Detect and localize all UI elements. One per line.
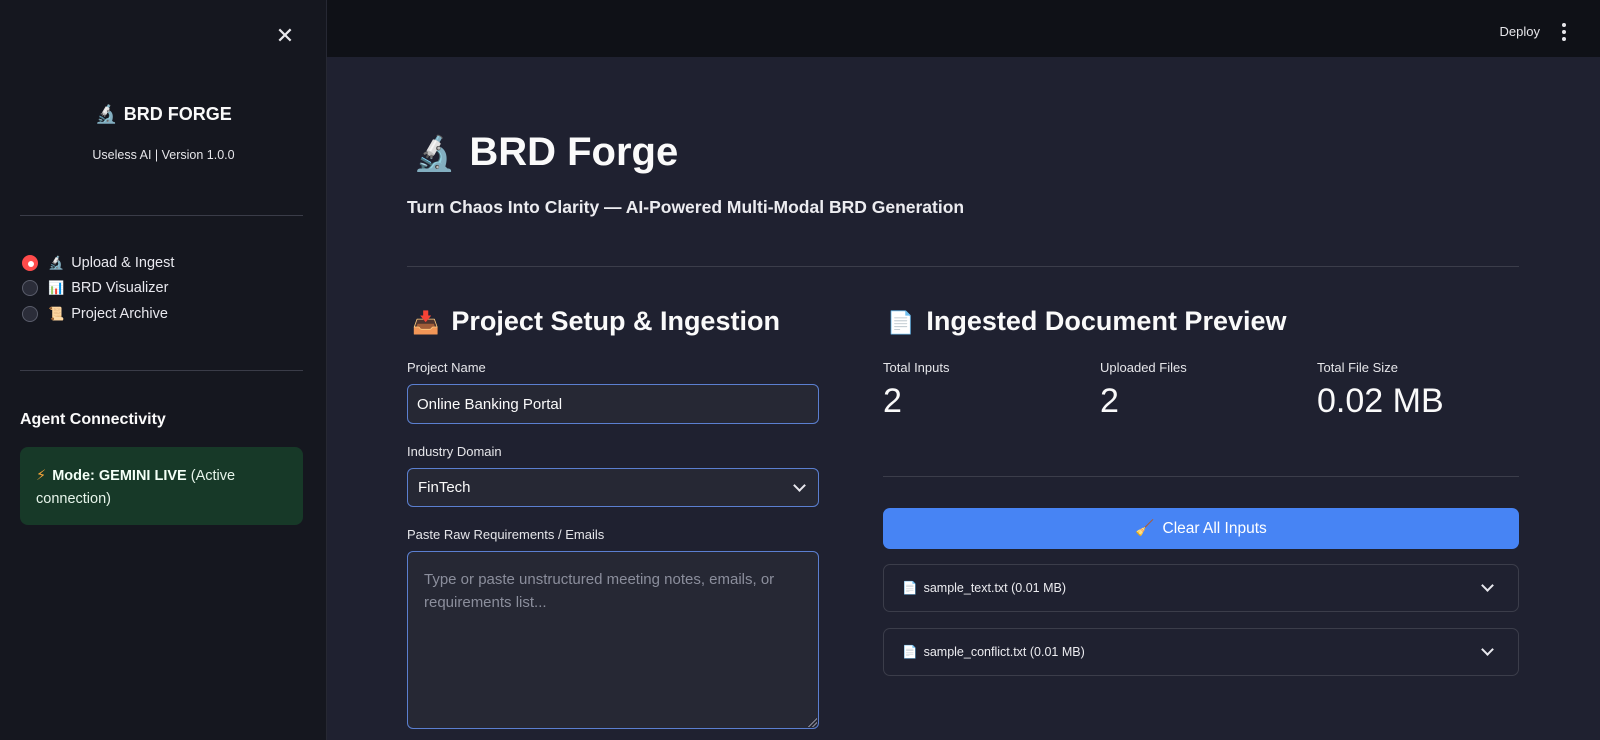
- scroll-icon: 📜: [48, 305, 65, 321]
- industry-domain-value: FinTech: [418, 479, 471, 496]
- chevron-down-icon: [1481, 579, 1494, 592]
- nav-project-archive-label: Project Archive: [71, 305, 168, 322]
- metric-total-size-label: Total File Size: [1317, 360, 1398, 375]
- broom-icon: 🧹: [1135, 520, 1155, 537]
- project-setup-heading-text: Project Setup & Ingestion: [451, 306, 780, 336]
- microscope-icon: 🔬: [413, 135, 456, 173]
- close-sidebar-button[interactable]: ✕: [273, 24, 297, 48]
- metric-total-inputs-value: 2: [883, 382, 902, 420]
- page-subtitle: Turn Chaos Into Clarity — AI-Powered Mul…: [407, 197, 965, 217]
- sidebar-brand-text: BRD FORGE: [123, 104, 232, 124]
- resize-handle-icon[interactable]: [807, 717, 817, 727]
- file-expander-title: 📄 sample_text.txt (0.01 MB): [902, 581, 1066, 596]
- sidebar-version: Useless AI | Version 1.0.0: [92, 148, 235, 162]
- file-name: sample_conflict.txt (0.01 MB): [923, 644, 1085, 659]
- file-name: sample_text.txt (0.01 MB): [923, 580, 1066, 595]
- requirements-textarea[interactable]: [407, 551, 819, 729]
- file-expander-sample-text[interactable]: 📄 sample_text.txt (0.01 MB): [883, 564, 1519, 612]
- file-expander-sample-conflict[interactable]: 📄 sample_conflict.txt (0.01 MB): [883, 628, 1519, 676]
- clear-all-inputs-button[interactable]: 🧹 Clear All Inputs: [883, 508, 1519, 549]
- metric-total-size-value: 0.02 MB: [1317, 382, 1444, 420]
- document-preview-heading: 📄 Ingested Document Preview: [887, 306, 1287, 337]
- inbox-tray-icon: 📥: [412, 310, 440, 335]
- project-name-label: Project Name: [407, 360, 486, 375]
- close-icon: ✕: [275, 23, 295, 48]
- file-icon: 📄: [902, 644, 918, 659]
- microscope-icon: 🔬: [48, 254, 65, 270]
- metric-uploaded-files-value: 2: [1100, 382, 1119, 420]
- preview-divider: [883, 476, 1519, 477]
- main-divider: [407, 266, 1519, 267]
- metric-total-inputs-label: Total Inputs: [883, 360, 950, 375]
- radio-unselected-icon[interactable]: [22, 280, 38, 297]
- industry-domain-select[interactable]: FinTech: [407, 468, 819, 507]
- metric-uploaded-files-label: Uploaded Files: [1100, 360, 1187, 375]
- chevron-down-icon: [1481, 643, 1494, 656]
- sidebar: ✕ 🔬 BRD FORGE Useless AI | Version 1.0.0 …: [0, 0, 327, 740]
- page-title: 🔬 BRD Forge: [413, 130, 678, 175]
- sidebar-brand: 🔬 BRD FORGE: [0, 104, 327, 125]
- microscope-icon: 🔬: [95, 104, 118, 124]
- document-preview-heading-text: Ingested Document Preview: [926, 306, 1287, 336]
- radio-selected-icon[interactable]: [22, 254, 38, 271]
- file-expander-title: 📄 sample_conflict.txt (0.01 MB): [902, 645, 1085, 660]
- agent-connectivity-heading: Agent Connectivity: [20, 411, 166, 428]
- radio-unselected-icon[interactable]: [22, 305, 38, 322]
- kebab-menu-icon[interactable]: [1556, 20, 1572, 44]
- file-icon: 📄: [902, 580, 918, 595]
- top-bar: Deploy: [327, 0, 1600, 57]
- project-name-input[interactable]: [407, 384, 819, 424]
- nav-project-archive[interactable]: 📜 Project Archive: [22, 301, 174, 327]
- industry-domain-label: Industry Domain: [407, 444, 502, 459]
- deploy-button[interactable]: Deploy: [1500, 24, 1540, 39]
- nav-brd-visualizer-label: BRD Visualizer: [71, 280, 169, 297]
- connection-mode: Mode: GEMINI LIVE: [52, 468, 187, 484]
- sidebar-divider: [20, 215, 303, 216]
- clear-all-inputs-label: Clear All Inputs: [1162, 519, 1267, 537]
- chevron-down-icon: [793, 478, 806, 492]
- lightning-icon: ⚡: [36, 468, 47, 484]
- connection-status-box: ⚡ Mode: GEMINI LIVE (Active connection): [20, 447, 303, 525]
- bar-chart-icon: 📊: [48, 280, 65, 296]
- document-icon: 📄: [887, 310, 915, 335]
- nav-upload-ingest-label: Upload & Ingest: [71, 254, 175, 271]
- sidebar-nav: 🔬 Upload & Ingest 📊 BRD Visualizer 📜 Pro…: [22, 250, 174, 327]
- project-setup-heading: 📥 Project Setup & Ingestion: [412, 306, 780, 337]
- sidebar-divider: [20, 370, 303, 371]
- nav-upload-ingest[interactable]: 🔬 Upload & Ingest: [22, 250, 174, 276]
- nav-brd-visualizer[interactable]: 📊 BRD Visualizer: [22, 276, 174, 302]
- requirements-label: Paste Raw Requirements / Emails: [407, 527, 605, 542]
- page-title-text: BRD Forge: [469, 130, 679, 174]
